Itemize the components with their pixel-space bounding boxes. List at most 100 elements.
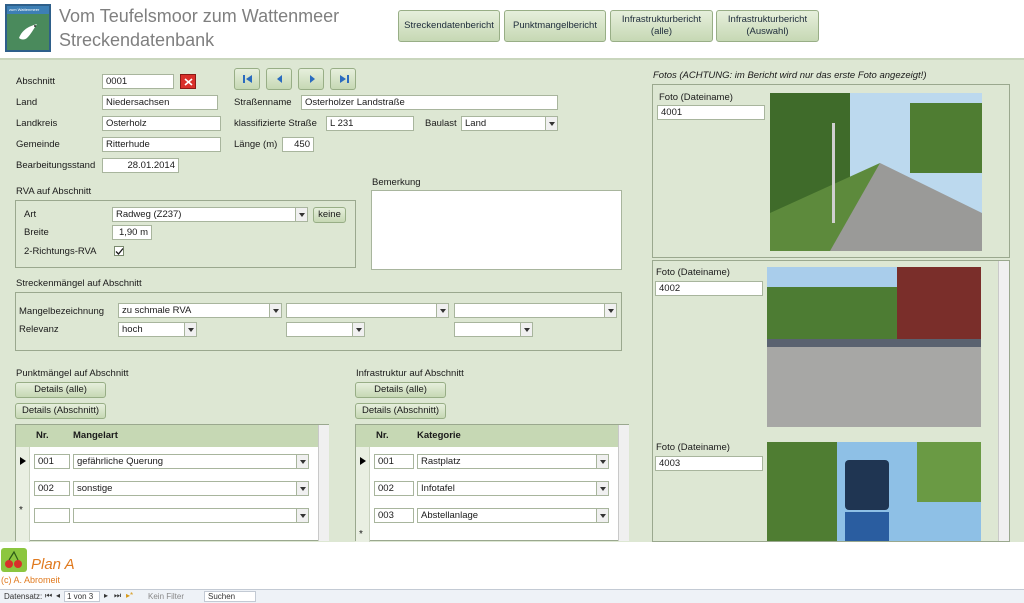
landkreis-field[interactable]: Osterholz: [102, 116, 221, 131]
chevron-down-icon[interactable]: [352, 323, 364, 336]
chevron-down-icon[interactable]: [436, 304, 448, 317]
bemerkung-textarea[interactable]: [371, 190, 622, 270]
checkmark-icon: [115, 248, 124, 255]
laenge-label: Länge (m): [234, 139, 278, 150]
first-record-icon[interactable]: ⏮: [45, 591, 52, 601]
bemerkung-label: Bemerkung: [372, 177, 421, 188]
last-icon: [340, 75, 349, 83]
strassenname-field[interactable]: Osterholzer Landstraße: [301, 95, 558, 110]
last-record-icon[interactable]: ⏭: [114, 591, 121, 601]
inf-row3-nr[interactable]: 003: [374, 508, 414, 523]
chevron-down-icon[interactable]: [596, 455, 608, 468]
next-icon: [310, 75, 315, 83]
relevanz-combo-2[interactable]: [286, 322, 365, 337]
klassifizierte-strasse-field[interactable]: L 231: [326, 116, 414, 131]
mangel-combo-3[interactable]: [454, 303, 617, 318]
pm-row1-nr[interactable]: 001: [34, 454, 70, 469]
foto-3-image: [767, 442, 981, 541]
current-record-icon: [20, 457, 26, 465]
next-record-icon[interactable]: ▸: [104, 591, 108, 600]
inf-row2-kat[interactable]: Infotafel: [417, 481, 609, 496]
keine-button[interactable]: keine: [313, 207, 346, 223]
first-record-button[interactable]: [234, 68, 260, 90]
foto-3-field[interactable]: 4003: [655, 456, 763, 471]
punktmaengel-scrollbar[interactable]: [318, 425, 329, 541]
inf-row1-nr[interactable]: 001: [374, 454, 414, 469]
chevron-down-icon[interactable]: [184, 323, 196, 336]
streckendatenbericht-button[interactable]: Streckendatenbericht: [398, 10, 500, 42]
datensatz-label: Datensatz:: [4, 592, 43, 601]
infrastruktur-details-alle-button[interactable]: Details (alle): [355, 382, 446, 398]
filter-status[interactable]: Kein Filter: [148, 592, 184, 601]
inf-row3-kat[interactable]: Abstellanlage: [417, 508, 609, 523]
previous-record-icon[interactable]: ◂: [56, 591, 60, 600]
fotos-header: Fotos (ACHTUNG: im Bericht wird nur das …: [653, 70, 927, 81]
gemeinde-label: Gemeinde: [16, 139, 60, 150]
app-logo: zum Wattenmeer: [5, 4, 51, 52]
gemeinde-field[interactable]: Ritterhude: [102, 137, 221, 152]
mangel-combo-2[interactable]: [286, 303, 449, 318]
baulast-value: Land: [465, 118, 487, 129]
photo-parking-icon: [767, 267, 981, 427]
chevron-down-icon[interactable]: [604, 304, 616, 317]
chevron-down-icon[interactable]: [269, 304, 281, 317]
laenge-field[interactable]: 450: [282, 137, 314, 152]
infrastruktur-details-abschnitt-button[interactable]: Details (Abschnitt): [355, 403, 446, 419]
infrastrukturbericht-alle-button[interactable]: Infrastrukturbericht (alle): [610, 10, 713, 42]
last-record-button[interactable]: [330, 68, 356, 90]
cherry-icon: [5, 550, 22, 568]
delete-button[interactable]: [180, 74, 196, 89]
app-subtitle: Streckendatenbank: [59, 30, 215, 50]
chevron-down-icon[interactable]: [545, 117, 557, 130]
art-combo[interactable]: Radweg (Z237): [112, 207, 308, 222]
inf-row2-nr[interactable]: 002: [374, 481, 414, 496]
relevanz-combo-1[interactable]: hoch: [118, 322, 197, 337]
chevron-down-icon[interactable]: [596, 482, 608, 495]
previous-record-button[interactable]: [266, 68, 292, 90]
foto-2-field[interactable]: 4002: [655, 281, 763, 296]
infrastrukturbericht-auswahl-button[interactable]: Infrastrukturbericht (Auswahl): [716, 10, 819, 42]
chevron-down-icon[interactable]: [596, 509, 608, 522]
land-field[interactable]: Niedersachsen: [102, 95, 218, 110]
logo-text: zum Wattenmeer: [9, 7, 40, 12]
richtung-checkbox[interactable]: [114, 246, 124, 256]
punktmaengel-details-abschnitt-button[interactable]: Details (Abschnitt): [15, 403, 106, 419]
chevron-down-icon[interactable]: [520, 323, 532, 336]
pm-row1-art[interactable]: gefährliche Querung: [73, 454, 309, 469]
col-kategorie: Kategorie: [417, 430, 461, 441]
pm-row2-nr[interactable]: 002: [34, 481, 70, 496]
baulast-combo[interactable]: Land: [461, 116, 558, 131]
pm-row2-art-value: sonstige: [77, 483, 113, 494]
fotos-scrollbar[interactable]: [998, 261, 1009, 541]
mangel-combo-1[interactable]: zu schmale RVA: [118, 303, 282, 318]
new-record-icon[interactable]: ▸*: [126, 591, 133, 600]
next-record-button[interactable]: [298, 68, 324, 90]
bearbeitungsstand-field[interactable]: 28.01.2014: [102, 158, 179, 173]
chevron-down-icon[interactable]: [296, 482, 308, 495]
brand-name: Plan A: [31, 556, 75, 573]
previous-icon: [277, 75, 282, 83]
relevanz-combo-3[interactable]: [454, 322, 533, 337]
grid-header: [16, 425, 318, 447]
pm-new-nr[interactable]: [34, 508, 70, 523]
search-field[interactable]: Suchen: [204, 591, 256, 602]
record-position-field[interactable]: 1 von 3: [64, 591, 100, 602]
punktmangelbericht-button[interactable]: Punktmangelbericht: [504, 10, 606, 42]
infrastruktur-scrollbar[interactable]: [618, 425, 629, 541]
pm-new-art[interactable]: [73, 508, 309, 523]
col-mangelart: Mangelart: [73, 430, 118, 441]
col-nr: Nr.: [36, 430, 49, 441]
landkreis-label: Landkreis: [16, 118, 58, 129]
chevron-down-icon[interactable]: [296, 455, 308, 468]
richtung-label: 2-Richtungs-RVA: [24, 246, 97, 257]
pm-row2-art[interactable]: sonstige: [73, 481, 309, 496]
photo-road-icon: [770, 93, 982, 251]
baulast-label: Baulast: [425, 118, 457, 129]
punktmaengel-details-alle-button[interactable]: Details (alle): [15, 382, 106, 398]
chevron-down-icon[interactable]: [296, 509, 308, 522]
chevron-down-icon[interactable]: [295, 208, 307, 221]
inf-row1-kat[interactable]: Rastplatz: [417, 454, 609, 469]
abschnitt-field[interactable]: 0001: [102, 74, 174, 89]
breite-field[interactable]: 1,90 m: [112, 225, 152, 240]
foto-1-field[interactable]: 4001: [657, 105, 765, 120]
